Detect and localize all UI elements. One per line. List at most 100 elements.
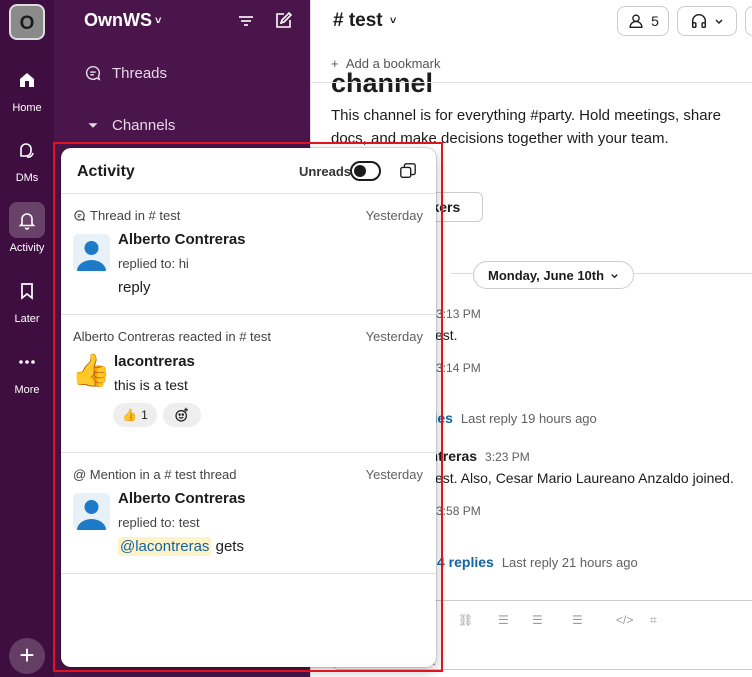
bulleted-list-icon[interactable]: ☰ xyxy=(532,613,543,627)
message-text: est. xyxy=(435,327,458,343)
rail-item-dms[interactable]: DMs xyxy=(0,132,54,184)
channel-intro-title: channel xyxy=(331,68,434,98)
message-time[interactable]: 3:13 PM xyxy=(436,307,481,321)
avatar[interactable] xyxy=(73,493,110,530)
workspace-rail: O Home DMs Activity Later More + xyxy=(0,0,54,677)
thread-icon xyxy=(74,210,85,222)
rail-item-label: Later xyxy=(14,313,40,325)
header-divider xyxy=(311,82,752,83)
add-reaction-button[interactable] xyxy=(163,403,201,427)
activity-body: this is a test xyxy=(114,377,188,393)
channel-description: This channel is for everything #party. H… xyxy=(331,107,721,147)
date-divider[interactable]: Monday, June 10th xyxy=(473,261,635,289)
activity-subtitle: replied to: test xyxy=(118,515,200,530)
message-time[interactable]: 3:14 PM xyxy=(436,361,481,375)
sidebar-section-label: Channels xyxy=(112,116,176,134)
headphones-icon xyxy=(691,13,707,29)
activity-header: Activity Unreads xyxy=(61,148,436,194)
compose-icon[interactable] xyxy=(273,11,293,31)
rail-item-label: More xyxy=(14,384,40,396)
rail-item-home[interactable]: Home xyxy=(0,62,54,114)
workspace-name: OwnWS xyxy=(84,10,152,30)
toggle-knob xyxy=(354,165,366,177)
rail-item-later[interactable]: Later xyxy=(0,273,54,325)
sidebar-item-label: Threads xyxy=(112,64,168,82)
more-header-button[interactable] xyxy=(745,6,752,36)
person-icon xyxy=(629,14,643,28)
workspace-switcher[interactable]: O xyxy=(9,4,45,40)
activity-subtitle: replied to: hi xyxy=(118,256,189,271)
date-divider-label: Monday, June 10th xyxy=(488,267,605,283)
reaction-count: 1 xyxy=(141,408,148,422)
message-time[interactable]: 3:23 PM xyxy=(485,450,530,464)
channel-title-button[interactable]: # test ˅ xyxy=(333,10,396,32)
user-avatar-icon xyxy=(77,241,106,271)
activity-item[interactable]: Alberto Contreras reacted in # test Yest… xyxy=(61,315,436,453)
message-header: ontreras 3:23 PM xyxy=(421,448,530,464)
block-quote-icon[interactable]: ☰ xyxy=(572,613,583,627)
thread-summary[interactable]: 4 replies Last reply 21 hours ago xyxy=(437,554,638,570)
reaction-pill[interactable]: 👍 1 xyxy=(113,403,157,427)
add-workspace-button[interactable]: + xyxy=(9,638,45,674)
unreads-toggle[interactable] xyxy=(350,161,381,181)
code-icon[interactable]: </> xyxy=(616,613,633,627)
add-emoji-icon xyxy=(175,407,188,422)
rail-item-label: Activity xyxy=(9,242,45,254)
activity-body: @lacontreras gets xyxy=(118,537,244,556)
thumbs-up-emoji: 👍 xyxy=(71,352,111,388)
activity-title: Activity xyxy=(77,163,135,180)
open-in-window-icon[interactable] xyxy=(399,162,417,180)
unreads-label: Unreads xyxy=(299,164,352,179)
dms-icon xyxy=(20,143,34,158)
activity-item[interactable]: @ Mention in a # test thread Yesterday A… xyxy=(61,453,436,574)
thumbs-up-icon: 👍 xyxy=(122,408,138,422)
caret-down-icon xyxy=(88,123,98,128)
numbered-list-icon[interactable]: ☰ xyxy=(498,613,509,627)
message-text: est. Also, Cesar Mario Laureano Anzaldo … xyxy=(435,470,734,486)
user-avatar-icon xyxy=(77,500,106,530)
activity-body-text: gets xyxy=(215,538,244,555)
user-mention[interactable]: @lacontreras xyxy=(118,537,212,556)
activity-context: @ Mention in a # test thread xyxy=(73,467,237,482)
filter-icon[interactable] xyxy=(236,11,256,31)
activity-panel: Activity Unreads Thread in # test Yester… xyxy=(61,148,436,667)
avatar[interactable] xyxy=(73,234,110,271)
huddle-button[interactable] xyxy=(677,6,737,36)
activity-context: Alberto Contreras reacted in # test xyxy=(73,329,271,344)
chevron-down-icon xyxy=(611,273,618,278)
code-block-icon[interactable]: ⌗ xyxy=(650,613,657,628)
activity-author[interactable]: Alberto Contreras xyxy=(118,231,246,248)
activity-time: Yesterday xyxy=(365,208,423,223)
bookmark-icon xyxy=(21,283,33,300)
chevron-down-icon: ˅ xyxy=(389,15,397,27)
home-icon xyxy=(20,73,34,87)
activity-context: Thread in # test xyxy=(73,208,180,223)
more-icon xyxy=(19,360,35,364)
rail-item-more[interactable]: More xyxy=(0,344,54,396)
threads-icon xyxy=(85,65,101,81)
activity-author[interactable]: lacontreras xyxy=(114,353,195,370)
workspace-name-button[interactable]: OwnWS ˅ xyxy=(84,10,161,31)
message-time[interactable]: 3:58 PM xyxy=(436,504,481,518)
channel-title: # test xyxy=(333,10,383,31)
members-button[interactable]: 5 xyxy=(617,6,669,36)
last-reply-time: Last reply 19 hours ago xyxy=(460,411,597,426)
link-icon[interactable]: ⛓ xyxy=(458,613,473,627)
chevron-down-icon: ˅ xyxy=(155,15,162,27)
activity-author[interactable]: Alberto Contreras xyxy=(118,490,246,507)
activity-context-text: Alberto Contreras reacted in # test xyxy=(73,329,271,344)
activity-time: Yesterday xyxy=(365,467,423,482)
reply-count-link[interactable]: 4 replies xyxy=(437,554,494,570)
sidebar-section-channels[interactable]: Channels xyxy=(84,116,175,134)
rail-item-label: DMs xyxy=(15,172,39,184)
rail-item-activity[interactable]: Activity xyxy=(0,202,54,254)
activity-context-text: @ Mention in a # test thread xyxy=(73,467,237,482)
activity-item[interactable]: Thread in # test Yesterday Alberto Contr… xyxy=(61,194,436,315)
sidebar-item-threads[interactable]: Threads xyxy=(84,64,167,82)
chevron-down-icon xyxy=(715,19,723,24)
last-reply-time: Last reply 21 hours ago xyxy=(501,555,638,570)
thread-summary[interactable]: plies Last reply 19 hours ago xyxy=(421,410,597,426)
rail-item-label: Home xyxy=(12,102,42,114)
activity-context-text: Thread in # test xyxy=(90,208,181,223)
bell-icon xyxy=(18,213,36,230)
